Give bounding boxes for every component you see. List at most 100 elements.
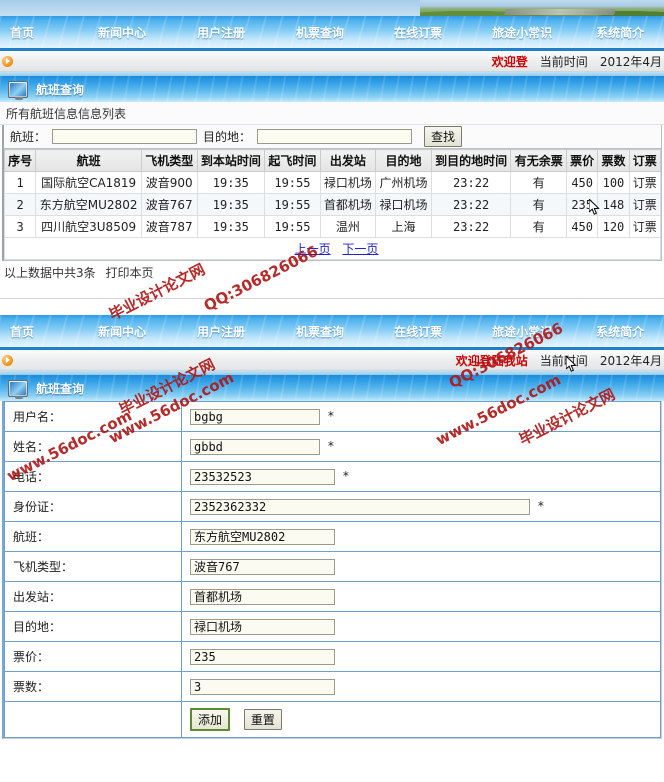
nav-item-ticket-query[interactable]: 机票查询	[294, 24, 346, 41]
flight-search-label: 航班：	[10, 130, 47, 144]
status-right-group: 欢迎登 当前时间 2012年4月	[492, 53, 664, 70]
th-index: 序号	[3, 149, 37, 172]
search-filter-row: 航班： 目的地： 查找	[2, 125, 662, 149]
th-price: 票价	[566, 149, 599, 172]
cell-destination: 禄口机场	[375, 193, 432, 216]
screenshot-gap	[0, 284, 664, 298]
th-origin: 出发站	[319, 149, 377, 172]
label-price: 票价：	[4, 641, 182, 672]
destination-search-input[interactable]	[257, 129, 413, 144]
cell-flight: 东方航空MU2802	[35, 193, 142, 216]
origin-input[interactable]	[190, 588, 335, 605]
print-page-link[interactable]: 打印本页	[105, 266, 153, 280]
cell-seats: 100	[597, 171, 630, 194]
cell-flight: 国际航空CA1819	[35, 171, 142, 194]
nav-item-news[interactable]: 新闻中心	[96, 24, 148, 41]
panel-title-bar-form: 航班查询	[0, 375, 664, 401]
table-row[interactable]: 2 东方航空MU2802 波音767 19:35 19:55 首都机场 禄口机场…	[3, 193, 662, 216]
nav-item-news[interactable]: 新闻中心	[96, 323, 148, 340]
destination-input[interactable]	[190, 618, 335, 635]
cell-book-link[interactable]: 订票	[628, 215, 662, 238]
form-row-price: 票价：	[4, 641, 661, 672]
flights-table-head: 序号 航班 飞机类型 到本站时间 起飞时间 出发站 目的地 到目的地时间 有无余…	[3, 149, 662, 172]
record-count-footer: 以上数据中共3条 打印本页	[0, 261, 664, 284]
field-price-cell	[181, 641, 661, 672]
current-time-value: 2012年4月	[599, 54, 662, 69]
username-input[interactable]	[190, 408, 320, 425]
form-row-seats: 票数：	[4, 671, 661, 702]
label-idcard: 身份证：	[4, 491, 182, 522]
current-time-label: 当前时间	[539, 54, 588, 69]
th-flight: 航班	[35, 149, 142, 172]
dest-search-label: 目的地：	[203, 130, 252, 144]
required-marker: *	[342, 469, 349, 483]
form-row-username: 用户名： *	[4, 401, 661, 432]
nav-item-home[interactable]: 首页	[8, 24, 36, 41]
label-aircraft: 飞机类型：	[4, 551, 182, 582]
flight-booking-form-screen: 首页 新闻中心 用户注册 机票查询 在线订票 旅途小常识 系统简介 欢迎登陆我站…	[0, 315, 664, 739]
price-input[interactable]	[190, 648, 335, 665]
seats-input[interactable]	[190, 678, 335, 695]
pagination-cell: 上一页 下一页	[4, 237, 661, 260]
main-navigation-2[interactable]: 首页 新闻中心 用户注册 机票查询 在线订票 旅途小常识 系统简介	[0, 315, 664, 350]
nav-item-travel-tips[interactable]: 旅途小常识	[490, 24, 554, 41]
record-count-text: 以上数据中共3条	[4, 266, 96, 280]
cell-book-link[interactable]: 订票	[628, 193, 662, 216]
field-origin-cell	[181, 581, 661, 612]
name-input[interactable]	[190, 438, 320, 455]
cell-arrival: 19:35	[196, 215, 266, 238]
form-row-flight: 航班：	[4, 521, 661, 552]
nav-item-about[interactable]: 系统简介	[594, 24, 646, 41]
flight-query-list-screen: 首页 新闻中心 用户注册 机票查询 在线订票 旅途小常识 系统简介 欢迎登 当前…	[0, 0, 664, 284]
pagination-row: 上一页 下一页	[4, 237, 661, 260]
field-aircraft-cell	[181, 551, 661, 582]
flight-search-input[interactable]	[52, 129, 198, 144]
search-button[interactable]: 查找	[424, 126, 463, 147]
label-username: 用户名：	[4, 401, 182, 432]
flights-table: 序号 航班 飞机类型 到本站时间 起飞时间 出发站 目的地 到目的地时间 有无余…	[3, 149, 662, 260]
field-idcard-cell: *	[181, 491, 661, 522]
flight-input[interactable]	[190, 528, 335, 545]
next-page-link[interactable]: 下一页	[342, 242, 378, 256]
nav-item-register[interactable]: 用户注册	[195, 24, 247, 41]
prev-page-link[interactable]: 上一页	[295, 242, 331, 256]
idcard-input[interactable]	[190, 498, 530, 515]
table-row[interactable]: 1 国际航空CA1819 波音900 19:35 19:55 禄口机场 广州机场…	[3, 171, 662, 194]
cell-book-link[interactable]: 订票	[628, 171, 662, 194]
submit-add-button[interactable]: 添加	[190, 708, 231, 731]
label-flight: 航班：	[4, 521, 182, 552]
form-row-destination: 目的地：	[4, 611, 661, 642]
panel-title-list: 航班查询	[36, 82, 85, 97]
cell-index: 1	[3, 171, 37, 194]
nav-item-online-booking[interactable]: 在线订票	[392, 24, 444, 41]
current-time-label-2: 当前时间	[539, 353, 588, 368]
booking-form-table: 用户名： * 姓名： * 电话：	[4, 401, 661, 738]
main-navigation[interactable]: 首页 新闻中心 用户注册 机票查询 在线订票 旅途小常识 系统简介	[0, 16, 664, 51]
nav-item-ticket-query[interactable]: 机票查询	[294, 323, 346, 340]
cell-departure: 19:55	[264, 193, 321, 216]
th-book: 订票	[628, 149, 662, 172]
form-row-aircraft: 飞机类型：	[4, 551, 661, 582]
cell-origin: 温州	[319, 215, 377, 238]
nav-item-home[interactable]: 首页	[8, 323, 36, 340]
nav-item-travel-tips[interactable]: 旅途小常识	[490, 323, 554, 340]
nav-item-register[interactable]: 用户注册	[195, 323, 247, 340]
orange-arrow-icon	[2, 354, 13, 366]
form-row-name: 姓名： *	[4, 431, 661, 462]
cell-seats: 148	[597, 193, 630, 216]
phone-input[interactable]	[190, 468, 335, 485]
reset-button[interactable]: 重置	[243, 709, 282, 730]
aircraft-input[interactable]	[190, 558, 335, 575]
th-dest-time: 到目的地时间	[430, 149, 512, 172]
nav-item-about[interactable]: 系统简介	[594, 323, 646, 340]
flights-table-body: 1 国际航空CA1819 波音900 19:35 19:55 禄口机场 广州机场…	[3, 171, 662, 260]
label-origin: 出发站：	[4, 581, 182, 612]
cell-departure: 19:55	[264, 215, 321, 238]
th-aircraft: 飞机类型	[140, 149, 198, 172]
field-destination-cell	[181, 611, 661, 642]
table-row[interactable]: 3 四川航空3U8509 波音787 19:35 19:55 温州 上海 23:…	[3, 215, 662, 238]
nav-item-online-booking[interactable]: 在线订票	[392, 323, 444, 340]
cell-flight: 四川航空3U8509	[35, 215, 142, 238]
current-time-value-2: 2012年4月	[599, 353, 662, 368]
label-phone: 电话：	[4, 461, 182, 492]
